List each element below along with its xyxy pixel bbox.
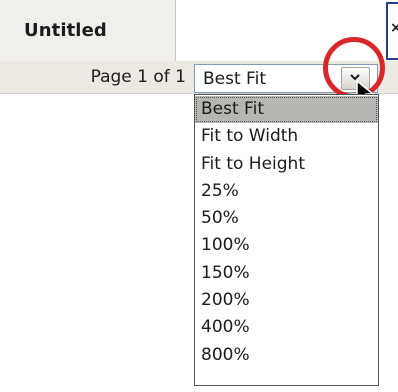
zoom-options-list[interactable]: Best Fit Fit to Width Fit to Height 25% 50% 1… <box>194 94 379 386</box>
tab-close-button[interactable]: × <box>386 2 398 60</box>
zoom-option[interactable]: 200% <box>195 287 378 314</box>
zoom-option[interactable]: Fit to Width <box>195 123 378 150</box>
zoom-option[interactable]: 800% <box>195 342 378 369</box>
zoom-option[interactable]: 50% <box>195 205 378 232</box>
viewer-window: Untitled × Page 1 of 1 Best Fit Best Fit… <box>0 0 398 392</box>
close-icon: × <box>390 20 398 36</box>
zoom-current-value: Best Fit <box>203 69 266 89</box>
zoom-option[interactable]: Fit to Height <box>195 151 378 178</box>
zoom-option[interactable]: 100% <box>195 232 378 259</box>
zoom-option[interactable]: 150% <box>195 260 378 287</box>
tab-title: Untitled <box>24 20 107 41</box>
zoom-option[interactable]: 400% <box>195 314 378 341</box>
zoom-option[interactable]: 25% <box>195 178 378 205</box>
zoom-option[interactable]: Best Fit <box>195 96 378 124</box>
page-indicator: Page 1 of 1 <box>90 67 186 87</box>
tab-untitled[interactable]: Untitled <box>0 0 176 61</box>
